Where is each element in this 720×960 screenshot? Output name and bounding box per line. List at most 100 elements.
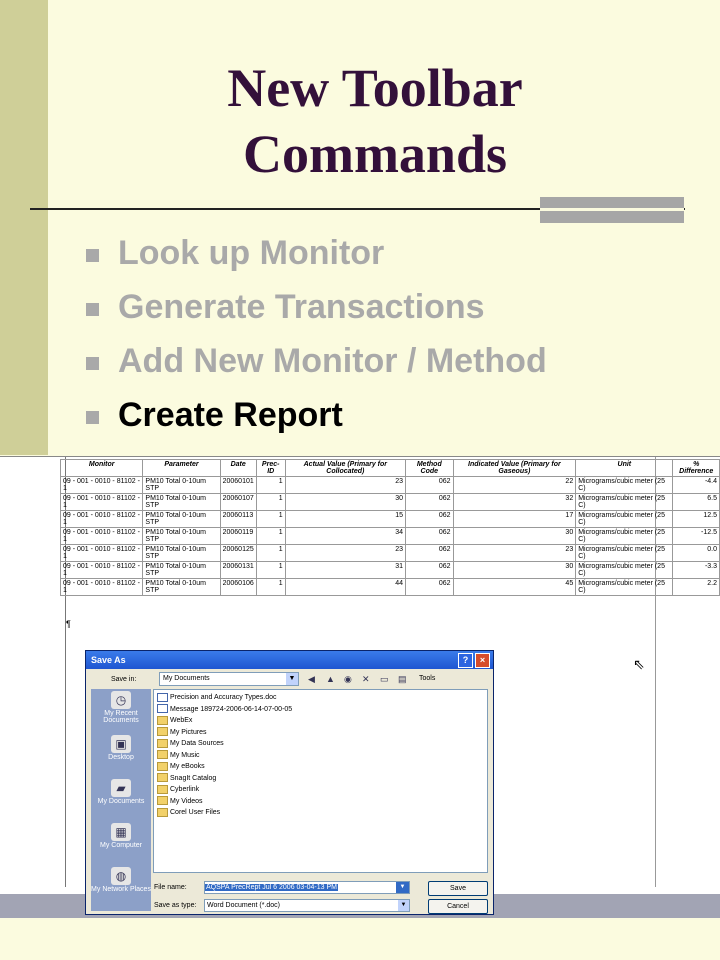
table-cell: 09 - 001 - 0010 - 81102 - 1 bbox=[59, 476, 144, 494]
folder-icon bbox=[157, 784, 168, 794]
table-row: 09 - 001 - 0010 - 81102 - 1 PM10 Total 0-… bbox=[59, 544, 720, 562]
list-item[interactable]: My eBooks bbox=[157, 761, 484, 773]
chevron-down-icon: ▼ bbox=[398, 900, 409, 911]
table-row: 09 - 001 - 0010 - 81102 - 1 PM10 Total 0-… bbox=[59, 561, 720, 579]
bullet-square-icon bbox=[86, 249, 99, 262]
bullet-square-icon bbox=[86, 411, 99, 424]
save-button[interactable]: Save bbox=[428, 881, 488, 896]
table-cell: 30 bbox=[452, 561, 577, 579]
table-cell: 20060106 bbox=[219, 578, 257, 596]
table-header-cell: Unit bbox=[575, 459, 674, 477]
list-item[interactable]: My Pictures bbox=[157, 727, 484, 739]
table-cell: 062 bbox=[405, 527, 454, 545]
table-cell: 22 bbox=[452, 476, 577, 494]
back-icon[interactable]: ◀ bbox=[308, 674, 315, 685]
list-item[interactable]: Message 189724-2006-06-14-07-00-05 bbox=[157, 704, 484, 716]
network-icon: ◍ bbox=[111, 867, 131, 885]
table-cell: 32 bbox=[452, 493, 577, 511]
recent-documents-icon: ◷ bbox=[111, 691, 131, 709]
table-cell: 1 bbox=[255, 527, 286, 545]
save-in-select[interactable]: My Documents ▼ bbox=[159, 672, 299, 686]
table-cell: Micrograms/cubic meter (25 C) bbox=[575, 578, 674, 596]
left-accent-bar bbox=[0, 0, 48, 455]
table-cell: Micrograms/cubic meter (25 C) bbox=[575, 527, 674, 545]
slide-title: New Toolbar Commands bbox=[150, 55, 600, 187]
places-bar: ◷ My Recent Documents ▣ Desktop ▰ My Docume… bbox=[91, 689, 151, 911]
title-line-1: New Toolbar bbox=[227, 58, 523, 118]
place-recent-documents[interactable]: ◷ My Recent Documents bbox=[91, 689, 151, 733]
desktop-icon: ▣ bbox=[111, 735, 131, 753]
table-cell: 1 bbox=[255, 476, 286, 494]
table-cell: Micrograms/cubic meter (25 C) bbox=[575, 493, 674, 511]
place-my-documents[interactable]: ▰ My Documents bbox=[91, 777, 151, 821]
file-name-input[interactable]: AQSPA PrecRept Jul 6 2006 03-04-13 PM ▼ bbox=[204, 881, 410, 894]
bullet-item: Add New Monitor / Method bbox=[86, 336, 547, 390]
document-icon bbox=[157, 692, 168, 702]
table-cell: PM10 Total 0-10um STP bbox=[142, 544, 221, 562]
table-cell: 17 bbox=[452, 510, 577, 528]
mouse-pointer-icon: ⇖ bbox=[633, 656, 645, 672]
delete-icon[interactable]: ✕ bbox=[362, 674, 370, 685]
folder-icon bbox=[157, 727, 168, 737]
table-cell: 062 bbox=[405, 476, 454, 494]
dialog-titlebar: Save As ? × bbox=[86, 651, 493, 669]
table-cell: 23 bbox=[284, 476, 407, 494]
table-cell: 15 bbox=[284, 510, 407, 528]
cancel-button[interactable]: Cancel bbox=[428, 899, 488, 914]
table-cell: 2.2 bbox=[672, 578, 720, 596]
table-row: 09 - 001 - 0010 - 81102 - 1 PM10 Total 0-… bbox=[59, 527, 720, 545]
table-cell: 20060125 bbox=[219, 544, 257, 562]
close-button[interactable]: × bbox=[475, 653, 490, 668]
table-cell: 6.5 bbox=[672, 493, 720, 511]
place-my-computer[interactable]: ▦ My Computer bbox=[91, 821, 151, 865]
table-cell: -12.5 bbox=[672, 527, 720, 545]
table-cell: -4.4 bbox=[672, 476, 720, 494]
tools-menu[interactable]: Tools bbox=[419, 675, 435, 682]
folder-icon: ▰ bbox=[111, 779, 131, 797]
table-cell: 09 - 001 - 0010 - 81102 - 1 bbox=[59, 561, 144, 579]
list-item[interactable]: Cyberlink bbox=[157, 784, 484, 796]
bullet-list: Look up Monitor Generate Transactions Ad… bbox=[86, 228, 547, 444]
table-cell: 44 bbox=[284, 578, 407, 596]
table-cell: 12.5 bbox=[672, 510, 720, 528]
table-header-cell: Parameter bbox=[142, 459, 221, 477]
list-item[interactable]: SnagIt Catalog bbox=[157, 773, 484, 785]
save-type-label: Save as type: bbox=[154, 902, 197, 909]
table-header-row: Monitor Parameter Date Prec-ID Actual Value … bbox=[59, 459, 720, 477]
place-network-places[interactable]: ◍ My Network Places bbox=[91, 865, 151, 909]
table-cell: 20060107 bbox=[219, 493, 257, 511]
place-desktop[interactable]: ▣ Desktop bbox=[91, 733, 151, 777]
bullet-square-icon bbox=[86, 357, 99, 370]
search-web-icon[interactable]: ◉ bbox=[344, 674, 352, 685]
list-item[interactable]: My Music bbox=[157, 750, 484, 762]
table-header-cell: Actual Value (Primary for Collocated) bbox=[284, 459, 407, 477]
computer-icon: ▦ bbox=[111, 823, 131, 841]
table-cell: PM10 Total 0-10um STP bbox=[142, 493, 221, 511]
table-cell: PM10 Total 0-10um STP bbox=[142, 476, 221, 494]
list-item[interactable]: Precision and Accuracy Types.doc bbox=[157, 692, 484, 704]
help-button[interactable]: ? bbox=[458, 653, 473, 668]
save-type-select[interactable]: Word Document (*.doc) ▼ bbox=[204, 899, 410, 912]
table-cell: 23 bbox=[284, 544, 407, 562]
folder-icon bbox=[157, 807, 168, 817]
folder-icon bbox=[157, 761, 168, 771]
table-cell: 0.0 bbox=[672, 544, 720, 562]
list-item[interactable]: My Videos bbox=[157, 796, 484, 808]
report-table: Monitor Parameter Date Prec-ID Actual Value … bbox=[59, 459, 720, 596]
document-icon bbox=[157, 704, 168, 714]
table-row: 09 - 001 - 0010 - 81102 - 1 PM10 Total 0-… bbox=[59, 493, 720, 511]
up-folder-icon[interactable]: ▲ bbox=[326, 674, 335, 684]
bullet-item: Generate Transactions bbox=[86, 282, 547, 336]
new-folder-icon[interactable]: ▭ bbox=[380, 674, 389, 685]
list-item[interactable]: Corel User Files bbox=[157, 807, 484, 819]
table-cell: 20060101 bbox=[219, 476, 257, 494]
table-cell: 45 bbox=[452, 578, 577, 596]
table-cell: 09 - 001 - 0010 - 81102 - 1 bbox=[59, 544, 144, 562]
table-header-cell: Prec-ID bbox=[255, 459, 286, 477]
list-item[interactable]: WebEx bbox=[157, 715, 484, 727]
views-icon[interactable]: ▤ bbox=[398, 674, 407, 685]
title-line-2: Commands bbox=[242, 124, 508, 184]
list-item[interactable]: My Data Sources bbox=[157, 738, 484, 750]
table-header-cell: Date bbox=[219, 459, 257, 477]
file-name-label: File name: bbox=[154, 884, 187, 891]
